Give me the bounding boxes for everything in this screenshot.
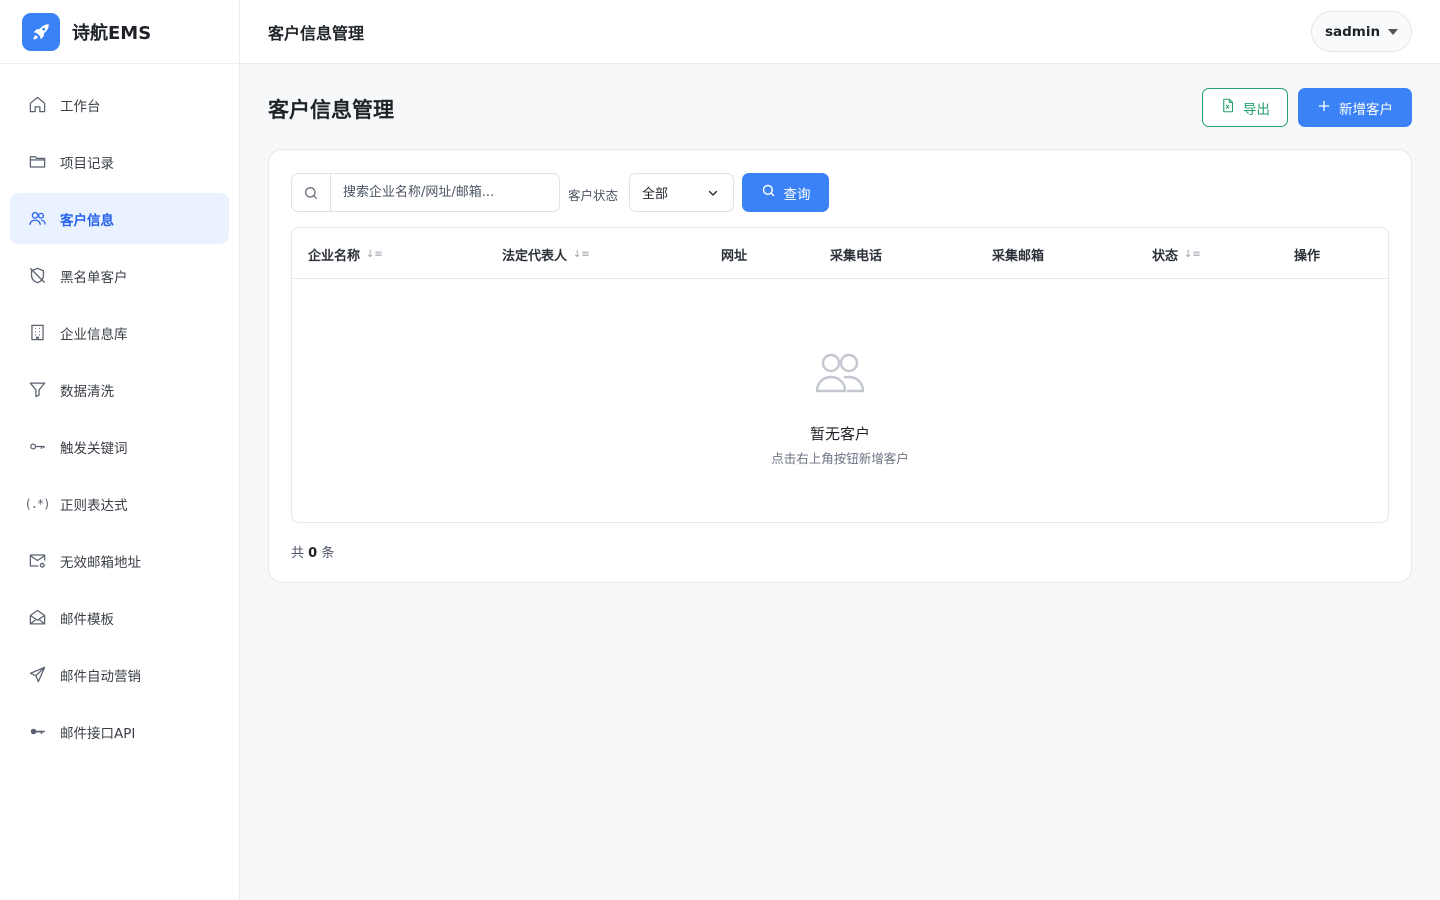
send-icon — [26, 664, 48, 686]
column-header-phone: 采集电话 — [830, 249, 883, 264]
sidebar-item-keywords[interactable]: 触发关键词 — [10, 421, 229, 472]
total-count: 共 0 条 — [291, 546, 335, 561]
empty-subtitle: 点击右上角按钮新增客户 — [771, 451, 909, 466]
export-label: 导出 — [1243, 101, 1270, 118]
mail-x-icon — [26, 550, 48, 572]
column-header-actions: 操作 — [1294, 249, 1321, 264]
username: sadmin — [1324, 23, 1381, 40]
sidebar-item-label: 数据清洗 — [60, 383, 114, 400]
sidebar-item-auto-marketing[interactable]: 邮件自动营销 — [10, 649, 229, 700]
caret-down-icon — [1388, 28, 1399, 35]
rocket-icon — [22, 12, 60, 51]
sort-icon[interactable]: ↓≡ — [573, 249, 590, 260]
sidebar-item-blacklist[interactable]: 黑名单客户 — [10, 250, 229, 301]
sidebar-item-label: 客户信息 — [60, 212, 114, 229]
status-filter-label: 客户状态 — [568, 188, 619, 203]
header-title: 客户信息管理 — [268, 23, 365, 43]
mail-open-icon — [26, 607, 48, 629]
add-customer-label: 新增客户 — [1339, 101, 1393, 118]
sidebar-item-label: 邮件接口API — [60, 725, 136, 742]
folder-icon — [26, 151, 48, 173]
sidebar-item-label: 邮件自动营销 — [60, 668, 141, 685]
query-label: 查询 — [783, 186, 811, 203]
user-menu[interactable]: sadmin — [1311, 11, 1412, 52]
column-header-legal-rep[interactable]: 法定代表人 ↓≡ — [502, 245, 590, 264]
sidebar-item-dashboard[interactable]: 工作台 — [10, 79, 229, 130]
filter-icon — [26, 379, 48, 401]
topbar: 客户信息管理 sadmin — [240, 0, 1440, 64]
page-title: 客户信息管理 — [268, 98, 394, 122]
search-icon — [292, 174, 331, 211]
sidebar-nav: 工作台 项目记录 客户信息 黑名单客户 企业信息库 数据清洗 触发关键词 (.*… — [0, 64, 239, 757]
table-header: 企业名称 ↓≡ 法定代表人 ↓≡ 网址 采集电话 采集邮箱 状态 ↓≡ 操作 — [292, 228, 1388, 279]
sidebar: 诗航EMS 工作台 项目记录 客户信息 黑名单客户 企业信息库 数据清洗 触发关… — [0, 0, 240, 900]
column-header-email: 采集邮箱 — [992, 249, 1045, 264]
brand-name: 诗航EMS — [72, 22, 152, 44]
sort-icon[interactable]: ↓≡ — [366, 249, 383, 260]
users-icon — [26, 208, 48, 230]
search-box — [291, 173, 560, 212]
status-select-value: 全部 — [642, 187, 669, 202]
column-header-website: 网址 — [721, 249, 748, 264]
sidebar-item-label: 邮件模板 — [60, 611, 114, 628]
sidebar-item-label: 触发关键词 — [60, 440, 128, 457]
sidebar-item-mail-templates[interactable]: 邮件模板 — [10, 592, 229, 643]
column-header-status[interactable]: 状态 ↓≡ — [1152, 245, 1201, 264]
search-input[interactable] — [331, 174, 559, 211]
add-customer-button[interactable]: 新增客户 — [1298, 88, 1412, 127]
query-button[interactable]: 查询 — [742, 173, 829, 212]
sidebar-item-company-db[interactable]: 企业信息库 — [10, 307, 229, 358]
chevron-down-icon — [707, 187, 719, 203]
excel-file-icon — [1220, 98, 1235, 117]
regex-icon: (.*) — [24, 496, 51, 511]
building-icon — [26, 322, 48, 344]
sidebar-item-label: 无效邮箱地址 — [60, 554, 141, 571]
brand[interactable]: 诗航EMS — [0, 0, 239, 64]
search-icon — [761, 183, 776, 202]
shield-off-icon — [26, 265, 48, 287]
sidebar-item-mail-api[interactable]: 邮件接口API — [10, 706, 229, 757]
sidebar-item-projects[interactable]: 项目记录 — [10, 136, 229, 187]
api-key-icon — [26, 721, 48, 743]
sidebar-item-label: 黑名单客户 — [60, 269, 128, 286]
key-icon — [26, 436, 48, 458]
home-icon — [26, 94, 48, 116]
sort-icon[interactable]: ↓≡ — [1184, 249, 1201, 260]
sidebar-item-label: 正则表达式 — [60, 497, 128, 514]
total-number: 0 — [308, 546, 318, 561]
sidebar-item-invalid-emails[interactable]: 无效邮箱地址 — [10, 535, 229, 586]
customer-card: 客户状态 全部 查询 企业名称 ↓≡ 法定代表人 ↓≡ 网址 采集电话 — [268, 149, 1412, 583]
customer-table: 企业名称 ↓≡ 法定代表人 ↓≡ 网址 采集电话 采集邮箱 状态 ↓≡ 操作 暂… — [291, 227, 1389, 523]
sidebar-item-label: 项目记录 — [60, 155, 114, 172]
sidebar-item-label: 工作台 — [60, 98, 101, 115]
empty-state: 暂无客户 点击右上角按钮新增客户 — [292, 279, 1388, 522]
users-icon — [814, 351, 866, 399]
export-button[interactable]: 导出 — [1202, 88, 1288, 127]
status-select[interactable]: 全部 — [629, 173, 734, 212]
sidebar-item-label: 企业信息库 — [60, 326, 128, 343]
column-header-company[interactable]: 企业名称 ↓≡ — [308, 245, 383, 264]
sidebar-item-regex[interactable]: (.*) 正则表达式 — [10, 478, 229, 529]
empty-title: 暂无客户 — [809, 425, 870, 443]
sidebar-item-customers[interactable]: 客户信息 — [10, 193, 229, 244]
plus-icon — [1317, 99, 1331, 117]
sidebar-item-data-cleaning[interactable]: 数据清洗 — [10, 364, 229, 415]
